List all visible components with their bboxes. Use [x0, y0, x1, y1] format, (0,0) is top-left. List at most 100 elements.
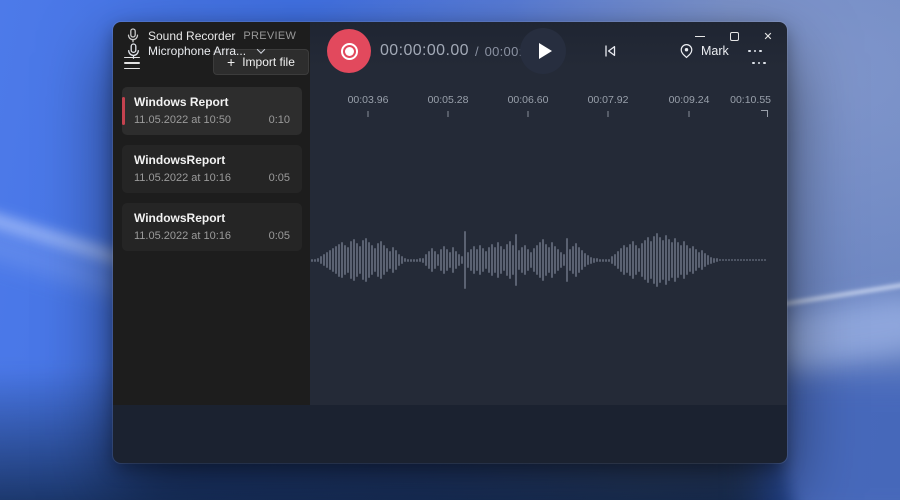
waveform-bar: [644, 240, 646, 280]
waveform-bar: [389, 251, 391, 269]
waveform-bar: [629, 244, 631, 276]
waveform-bar: [542, 239, 544, 281]
waveform-bar: [446, 249, 448, 271]
waveform-bar: [512, 245, 514, 275]
waveform-bar: [575, 243, 577, 277]
skip-to-start-button[interactable]: [595, 36, 625, 66]
waveform-bar: [488, 247, 490, 273]
waveform-bar: [527, 249, 529, 271]
play-icon: [539, 43, 552, 59]
waveform-bar: [707, 255, 709, 265]
waveform-bar: [632, 241, 634, 279]
waveform-bar: [458, 254, 460, 266]
waveform-bar: [599, 259, 601, 262]
waveform-bar: [314, 259, 316, 262]
waveform-bar: [695, 249, 697, 271]
time-separator: /: [475, 44, 479, 59]
waveform-bar: [656, 233, 658, 287]
recordings-list: Windows Report 11.05.2022 at 10:50 0:10 …: [122, 87, 302, 261]
waveform-bar: [566, 238, 568, 282]
waveform-bar: [371, 245, 373, 275]
waveform-bar: [476, 249, 478, 271]
waveform-bar: [491, 244, 493, 276]
waveform-bar: [482, 248, 484, 272]
waveform-bar: [596, 258, 598, 262]
waveform-bar: [758, 259, 760, 261]
waveform-bar: [401, 256, 403, 264]
waveform-bar: [470, 249, 472, 271]
waveform-bar: [413, 259, 415, 262]
recording-duration: 0:10: [269, 114, 290, 126]
waveform-bar: [671, 242, 673, 278]
waveform-bar: [752, 259, 754, 261]
waveform-bar: [560, 252, 562, 268]
selection-accent: [122, 97, 125, 125]
recording-item[interactable]: WindowsReport 11.05.2022 at 10:16 0:05: [122, 203, 302, 251]
waveform-bar: [593, 258, 595, 263]
microphone-label: Microphone Arra...: [148, 44, 246, 58]
waveform-bar: [647, 237, 649, 283]
waveform-bar: [737, 259, 739, 261]
waveform-bar: [665, 235, 667, 285]
recording-title: WindowsReport: [134, 153, 290, 167]
recording-title: Windows Report: [134, 95, 290, 109]
waveform-bar: [524, 245, 526, 275]
timeline-label: 00:10.55: [730, 94, 771, 106]
waveform-bar: [653, 236, 655, 284]
chevron-down-icon: [257, 45, 265, 53]
recording-duration: 0:05: [269, 172, 290, 184]
waveform-bar: [626, 247, 628, 273]
play-button[interactable]: [520, 28, 566, 74]
waveform-bar: [761, 259, 763, 261]
waveform-bar: [509, 241, 511, 279]
waveform-bar: [746, 259, 748, 261]
waveform-bar: [581, 250, 583, 270]
waveform-bar: [734, 259, 736, 261]
waveform-bar: [584, 253, 586, 267]
microphone-selector[interactable]: Microphone Arra...: [127, 36, 264, 66]
waveform-bar: [674, 238, 676, 282]
waveform-bar: [428, 251, 430, 269]
recording-duration: 0:05: [269, 230, 290, 242]
waveform[interactable]: [311, 200, 787, 320]
waveform-bar: [578, 247, 580, 273]
more-options-bottom-button[interactable]: [741, 41, 769, 61]
waveform-bar: [353, 239, 355, 281]
waveform-bar: [677, 242, 679, 278]
waveform-bar: [326, 252, 328, 268]
recording-item[interactable]: WindowsReport 11.05.2022 at 10:16 0:05: [122, 145, 302, 193]
time-display: 00:00:00.00 / 00:00:10: [380, 22, 538, 80]
marker-pin-icon: [679, 43, 694, 59]
waveform-bar: [344, 245, 346, 275]
waveform-bar: [380, 241, 382, 279]
waveform-bar: [698, 252, 700, 268]
waveform-bar: [422, 258, 424, 263]
waveform-bar: [548, 247, 550, 273]
waveform-bar: [365, 238, 367, 282]
waveform-bar: [335, 246, 337, 274]
waveform-bar: [515, 234, 517, 286]
waveform-bar: [341, 242, 343, 278]
waveform-bar: [350, 241, 352, 279]
waveform-bar: [455, 251, 457, 269]
waveform-bar: [623, 245, 625, 275]
waveform-bar: [614, 254, 616, 266]
record-button[interactable]: [327, 29, 371, 73]
waveform-bar: [410, 259, 412, 262]
waveform-bar: [638, 248, 640, 272]
waveform-bar: [692, 246, 694, 274]
waveform-bar: [386, 248, 388, 272]
waveform-bar: [416, 259, 418, 262]
waveform-bar: [689, 248, 691, 272]
waveform-bar: [701, 250, 703, 270]
waveform-bar: [755, 259, 757, 261]
mark-button[interactable]: Mark: [679, 36, 729, 66]
waveform-bar: [572, 246, 574, 274]
recording-item[interactable]: Windows Report 11.05.2022 at 10:50 0:10: [122, 87, 302, 135]
waveform-bar: [725, 259, 727, 261]
waveform-bar: [587, 255, 589, 265]
waveform-bar: [521, 247, 523, 273]
microphone-icon: [127, 43, 140, 60]
timeline-label: 00:03.96: [348, 94, 389, 106]
waveform-bar: [419, 258, 421, 262]
